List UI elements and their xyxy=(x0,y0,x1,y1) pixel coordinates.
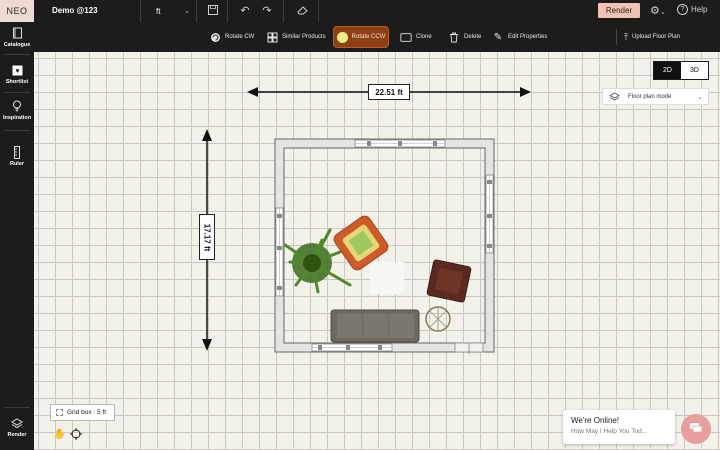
grid-square-icon xyxy=(56,409,63,416)
grid-box-label: Grid box : 5 ft xyxy=(67,409,107,416)
door-bottom-right[interactable] xyxy=(454,342,484,354)
view-2d-button[interactable]: 2D xyxy=(654,62,681,79)
window-right[interactable] xyxy=(485,174,494,254)
chat-title: We're Online! xyxy=(571,416,620,425)
recenter-icon[interactable] xyxy=(69,427,83,441)
height-dimension-text: 17.17 ft xyxy=(202,223,212,251)
plan-mode-dropdown[interactable]: Floor plan mode ⌄ xyxy=(602,88,709,105)
chat-widget[interactable]: We're Online! How May I Help You Tod... xyxy=(563,410,675,444)
round-side-table[interactable] xyxy=(425,306,451,332)
pan-hand-icon[interactable]: ✋ xyxy=(53,427,67,441)
rug[interactable] xyxy=(370,262,404,294)
window-bottom[interactable] xyxy=(311,343,393,352)
chat-subtitle: How May I Help You Tod... xyxy=(571,428,648,435)
chat-bubble-icon xyxy=(689,422,703,437)
layers-icon xyxy=(609,92,620,104)
view-toggle: 2D 3D xyxy=(653,61,709,80)
chat-button[interactable] xyxy=(681,414,711,444)
window-top[interactable] xyxy=(354,139,446,148)
floor-plan-drawing xyxy=(202,87,531,354)
window-left[interactable] xyxy=(275,207,284,297)
plan-mode-value: Floor plan mode xyxy=(628,93,672,100)
leather-chair[interactable] xyxy=(426,259,472,303)
view-3d-button[interactable]: 3D xyxy=(681,62,708,79)
grid-box-indicator: Grid box : 5 ft xyxy=(50,404,115,421)
height-dimension-label[interactable]: 17.17 ft xyxy=(199,214,215,260)
chevron-down-icon: ⌄ xyxy=(697,93,703,101)
width-dimension-label[interactable]: 22.51 ft xyxy=(368,84,410,100)
sofa[interactable] xyxy=(330,309,420,343)
